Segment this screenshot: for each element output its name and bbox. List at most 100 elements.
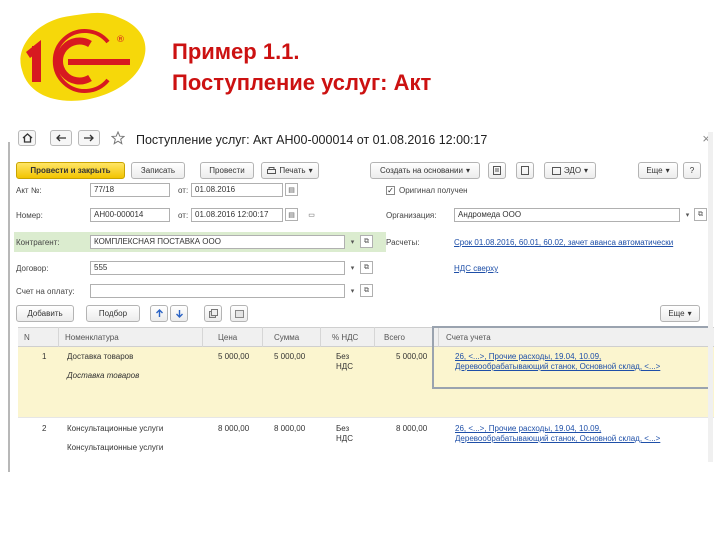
- edo-button[interactable]: ЭДО ▾: [544, 162, 596, 179]
- column-divider: [320, 327, 321, 347]
- forward-icon: [84, 134, 94, 142]
- calendar-icon[interactable]: ▤: [285, 183, 298, 196]
- col-nomenclature[interactable]: Номенклатура: [65, 333, 119, 342]
- open-icon[interactable]: ⧉: [694, 208, 707, 221]
- settlements-label: Расчеты:: [386, 238, 420, 247]
- col-vat[interactable]: % НДС: [332, 333, 358, 342]
- row-nomenclature[interactable]: Доставка товаров: [67, 352, 133, 362]
- row-vat-line1[interactable]: Без: [336, 352, 349, 362]
- calendar-icon[interactable]: ▤: [285, 208, 298, 221]
- vat-link[interactable]: НДС сверху: [454, 264, 498, 273]
- paste-icon: [234, 310, 244, 318]
- print-icon: [267, 166, 277, 174]
- row-content[interactable]: Доставка товаров: [67, 371, 139, 381]
- forward-button[interactable]: [78, 130, 100, 146]
- add-row-button[interactable]: Добавить: [16, 305, 74, 322]
- invoice-label: Счет на оплату:: [16, 287, 75, 296]
- organization-field[interactable]: Андромеда ООО: [454, 208, 680, 222]
- table-more-button[interactable]: Еще ▾: [660, 305, 700, 322]
- contract-field[interactable]: 555: [90, 261, 345, 275]
- chevron-down-icon[interactable]: ▾: [346, 235, 359, 248]
- post-and-close-button[interactable]: Провести и закрыть: [16, 162, 125, 179]
- number-date-field[interactable]: 01.08.2016 12:00:17: [191, 208, 283, 222]
- post-button[interactable]: Провести: [200, 162, 254, 179]
- row-accounts-line1[interactable]: 26, <...>, Прочие расходы, 19.04, 10.09,: [455, 424, 601, 434]
- row-sum[interactable]: 8 000,00: [274, 424, 305, 434]
- row-vat-line1[interactable]: Без: [336, 424, 349, 434]
- row-total: 5 000,00: [396, 352, 428, 361]
- print-form-button[interactable]: [516, 162, 534, 179]
- original-received-label: Оригинал получен: [399, 186, 468, 195]
- document-icon: [493, 166, 501, 175]
- open-icon[interactable]: ⧉: [360, 261, 373, 274]
- number-date-label: от:: [178, 211, 189, 220]
- column-divider: [374, 327, 375, 347]
- slide-title-line1: Пример 1.1.: [172, 39, 300, 64]
- chevron-down-icon: ▾: [584, 166, 589, 175]
- home-icon: [22, 133, 32, 143]
- row-vat-line2[interactable]: НДС: [336, 434, 353, 444]
- select-button[interactable]: Подбор: [86, 305, 140, 322]
- back-button[interactable]: [50, 130, 72, 146]
- 1c-logo: ®: [20, 12, 146, 101]
- create-based-on-button[interactable]: Создать на основании ▾: [370, 162, 480, 179]
- move-down-button[interactable]: [170, 305, 188, 322]
- original-received-checkbox[interactable]: ✓: [386, 186, 395, 195]
- number-field[interactable]: АН00-000014: [90, 208, 170, 222]
- act-date-label: от:: [178, 186, 189, 195]
- help-button[interactable]: ?: [683, 162, 701, 179]
- row-price[interactable]: 8 000,00: [218, 424, 249, 434]
- arrow-down-icon: [175, 310, 183, 318]
- row-accounts-line2[interactable]: Деревообрабатывающий станок, Основной ск…: [455, 434, 660, 444]
- chevron-down-icon[interactable]: ▾: [346, 284, 359, 297]
- window-title: Поступление услуг: Акт АН00-000014 от 01…: [136, 133, 488, 147]
- copy-row-button[interactable]: [204, 305, 222, 322]
- chevron-down-icon[interactable]: ▾: [346, 261, 359, 274]
- row-nomenclature[interactable]: Консультационные услуги: [67, 424, 163, 434]
- row-total: 8 000,00: [396, 424, 428, 433]
- chevron-down-icon[interactable]: ▾: [681, 208, 694, 221]
- settlements-link[interactable]: Срок 01.08.2016, 60.01, 60.02, зачет ава…: [454, 238, 673, 247]
- col-sum[interactable]: Сумма: [274, 333, 299, 342]
- column-divider: [58, 327, 59, 347]
- row-number: 2: [42, 424, 47, 433]
- open-icon[interactable]: ⧉: [360, 284, 373, 297]
- invoice-field[interactable]: [90, 284, 345, 298]
- back-icon: [56, 134, 66, 142]
- save-button[interactable]: Записать: [131, 162, 185, 179]
- scrollbar[interactable]: [708, 132, 713, 462]
- document-button[interactable]: [488, 162, 506, 179]
- act-number-label: Акт №:: [16, 186, 42, 195]
- document-icon[interactable]: ▭: [305, 208, 318, 221]
- column-divider: [202, 327, 203, 347]
- open-icon[interactable]: ⧉: [360, 235, 373, 248]
- table-row[interactable]: 2 Консультационные услуги Консультационн…: [18, 417, 714, 472]
- chevron-down-icon: ▾: [687, 309, 692, 318]
- copy-icon: [521, 166, 529, 175]
- move-up-button[interactable]: [150, 305, 168, 322]
- arrow-up-icon: [155, 309, 163, 317]
- row-sum[interactable]: 5 000,00: [274, 352, 305, 362]
- more-button[interactable]: Еще ▾: [638, 162, 678, 179]
- number-label: Номер:: [16, 211, 43, 220]
- row-number: 1: [42, 352, 47, 361]
- contractor-field[interactable]: КОМПЛЕКСНАЯ ПОСТАВКА ООО: [90, 235, 345, 249]
- col-n[interactable]: N: [24, 333, 30, 342]
- col-price[interactable]: Цена: [218, 333, 237, 342]
- act-date-field[interactable]: 01.08.2016: [191, 183, 283, 197]
- row-vat-line2[interactable]: НДС: [336, 362, 353, 372]
- window-left-border: [8, 142, 10, 472]
- paste-row-button[interactable]: [230, 305, 248, 322]
- window-titlebar: Поступление услуг: Акт АН00-000014 от 01…: [8, 122, 714, 156]
- slide-title-line2: Поступление услуг: Акт: [172, 70, 432, 95]
- star-icon[interactable]: [111, 131, 125, 145]
- act-number-field[interactable]: 77/18: [90, 183, 170, 197]
- row-price[interactable]: 5 000,00: [218, 352, 249, 362]
- document-window: Поступление услуг: Акт АН00-000014 от 01…: [8, 122, 714, 472]
- print-button[interactable]: Печать ▾: [261, 162, 319, 179]
- row-content[interactable]: Консультационные услуги: [67, 443, 163, 453]
- accounts-highlight-frame: [432, 326, 713, 389]
- home-button[interactable]: [18, 130, 36, 146]
- edo-icon: [551, 166, 561, 175]
- col-total[interactable]: Всего: [384, 333, 405, 342]
